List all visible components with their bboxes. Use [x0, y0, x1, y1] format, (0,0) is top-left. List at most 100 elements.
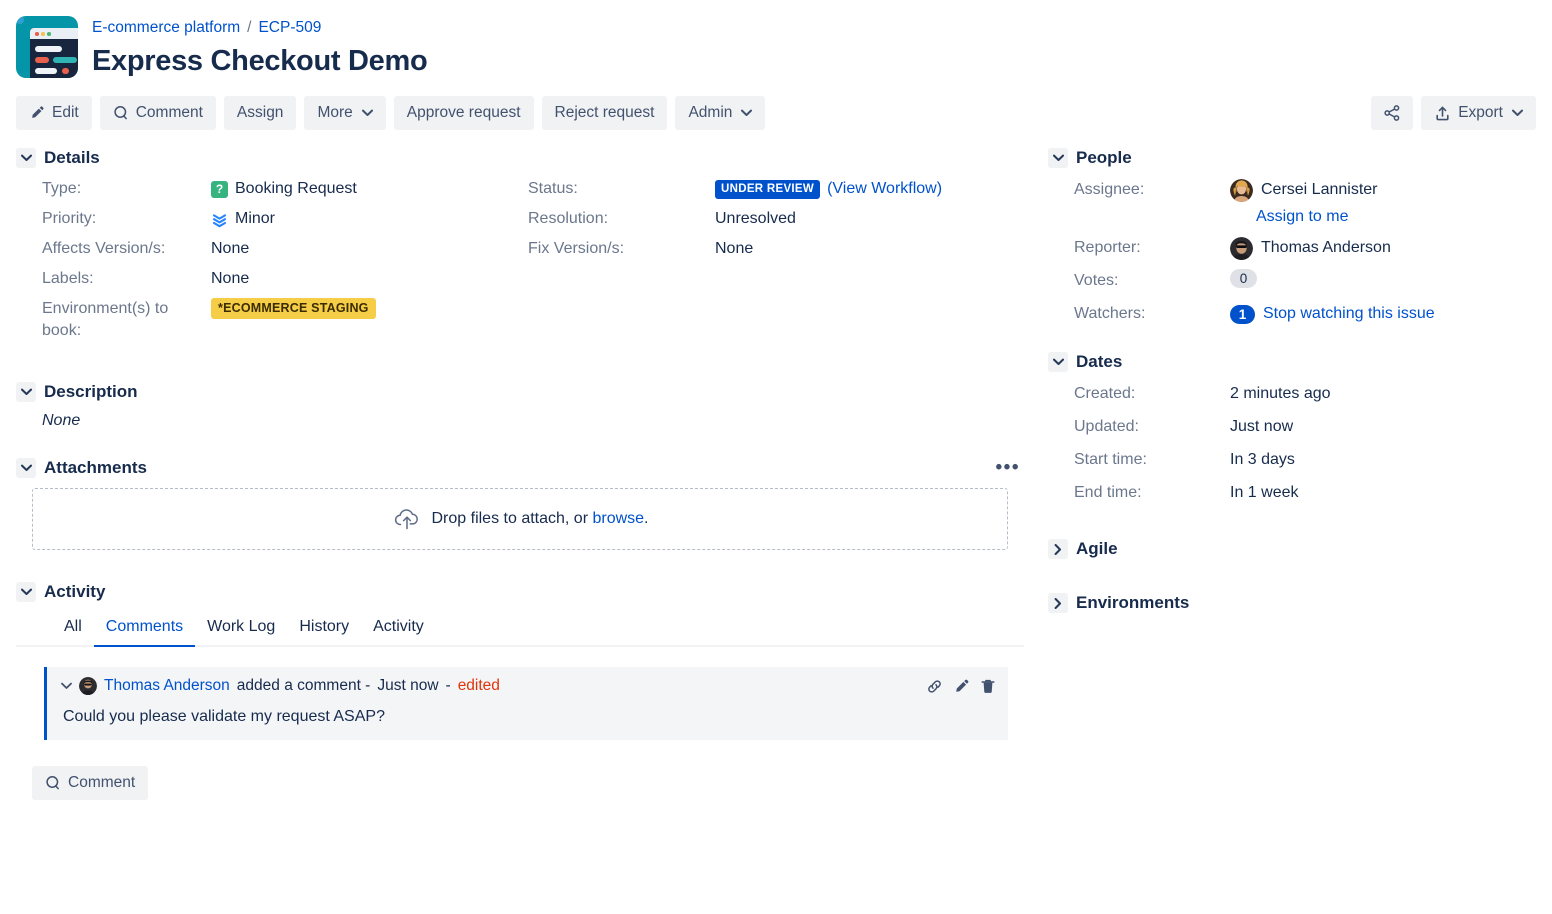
comment-button[interactable]: Comment	[99, 96, 216, 130]
assignee-label: Assignee:	[1074, 181, 1145, 198]
labels-label: Labels:	[42, 270, 94, 287]
detail-row-priority: Priority: Minor	[16, 208, 520, 230]
detail-row-environments-to-book: Environment(s) to book: *ECOMMERCE STAGI…	[16, 298, 520, 342]
footer-comment-button[interactable]: Comment	[32, 766, 149, 800]
admin-button[interactable]: Admin	[675, 96, 766, 130]
browse-link[interactable]: browse	[592, 510, 644, 527]
dates-collapse-toggle[interactable]	[1048, 352, 1068, 372]
comment-bubble-icon	[113, 105, 129, 121]
breadcrumb-project-link[interactable]: E-commerce platform	[92, 19, 240, 36]
chevron-down-icon	[741, 109, 753, 117]
project-browser-icon	[16, 16, 78, 78]
issue-side-column: People Assignee: Cersei Lannister Assign…	[1024, 148, 1524, 613]
fix-version-value: None	[715, 240, 754, 257]
assign-button[interactable]: Assign	[223, 96, 297, 130]
comment-collapse-toggle[interactable]	[61, 682, 72, 690]
dropzone-text-suffix: .	[644, 510, 649, 527]
tab-comments[interactable]: Comments	[93, 612, 196, 647]
breadcrumb-issue-key-link[interactable]: ECP-509	[258, 19, 321, 36]
edit-button[interactable]: Edit	[16, 96, 92, 130]
dropzone-text-prefix: Drop files to attach, or	[431, 510, 593, 527]
tab-activity[interactable]: Activity	[361, 612, 436, 645]
delete-trash-icon[interactable]	[980, 678, 996, 695]
labels-value: None	[211, 270, 250, 287]
description-section: Description None	[16, 382, 1024, 430]
detail-row-status: Status: UNDER REVIEW (View Workflow)	[520, 178, 1024, 200]
reporter-name: Thomas Anderson	[1261, 239, 1391, 256]
environments-section: Environments	[1048, 593, 1524, 613]
view-workflow-link[interactable]: (View Workflow)	[827, 178, 942, 200]
agile-expand-toggle[interactable]	[1048, 539, 1068, 559]
comment-author-link[interactable]: Thomas Anderson	[104, 677, 230, 695]
description-collapse-toggle[interactable]	[16, 382, 36, 402]
chevron-down-icon	[361, 109, 373, 117]
cloud-upload-icon	[392, 506, 422, 532]
edit-button-label: Edit	[52, 104, 79, 121]
detail-row-resolution: Resolution: Unresolved	[520, 208, 1024, 230]
environments-heading: Environments	[1076, 593, 1190, 612]
issue-toolbar: Edit Comment Assign More Approve request…	[0, 96, 1552, 130]
more-button[interactable]: More	[304, 96, 386, 130]
attachment-dropzone[interactable]: Drop files to attach, or browse.	[32, 488, 1008, 550]
export-button[interactable]: Export	[1421, 96, 1536, 130]
tab-work-log[interactable]: Work Log	[195, 612, 287, 645]
detail-row-type: Type: ? Booking Request	[16, 178, 520, 200]
export-button-label: Export	[1458, 104, 1503, 121]
share-button[interactable]	[1371, 96, 1414, 130]
tab-history[interactable]: History	[287, 612, 361, 645]
status-badge: UNDER REVIEW	[715, 179, 821, 199]
detail-row-fix-version: Fix Version/s: None	[520, 238, 1024, 260]
environments-expand-toggle[interactable]	[1048, 593, 1068, 613]
breadcrumb: E-commerce platform / ECP-509	[92, 14, 427, 38]
details-collapse-toggle[interactable]	[16, 148, 36, 168]
details-section-header: Details	[16, 148, 1024, 168]
people-collapse-toggle[interactable]	[1048, 148, 1068, 168]
link-icon[interactable]	[926, 678, 943, 695]
votes-count-badge: 0	[1230, 269, 1257, 288]
edit-pencil-icon[interactable]	[953, 678, 970, 695]
assign-button-label: Assign	[236, 104, 284, 121]
activity-heading: Activity	[44, 582, 106, 601]
watchers-row: Watchers: 1 Stop watching this issue	[1048, 302, 1524, 326]
issue-header: E-commerce platform / ECP-509 Express Chec…	[0, 0, 1552, 80]
details-grid: Type: ? Booking Request Priority: Minor …	[16, 178, 1024, 350]
reject-request-button[interactable]: Reject request	[541, 96, 668, 130]
minor-priority-icon	[211, 211, 228, 228]
votes-label: Votes:	[1074, 272, 1119, 289]
start-time-value: In 3 days	[1230, 451, 1295, 468]
tab-all[interactable]: All	[52, 612, 94, 645]
approve-request-button[interactable]: Approve request	[393, 96, 534, 130]
share-icon	[1383, 104, 1401, 122]
watchers-label: Watchers:	[1074, 305, 1146, 322]
comment-action-text: added a comment -	[236, 677, 371, 694]
reporter-row: Reporter: Thomas Anderson	[1048, 236, 1524, 260]
activity-collapse-toggle[interactable]	[16, 582, 36, 602]
stop-watching-link[interactable]: Stop watching this issue	[1263, 302, 1435, 326]
dropzone-text: Drop files to attach, or browse.	[432, 510, 649, 528]
comment-edited-flag: edited	[457, 677, 500, 694]
activity-section-header: Activity	[16, 582, 1024, 602]
updated-label: Updated:	[1074, 418, 1139, 435]
export-upload-icon	[1434, 105, 1451, 122]
detail-row-labels: Labels: None	[16, 268, 520, 290]
more-button-label: More	[317, 104, 353, 121]
comment-timestamp: Just now	[377, 677, 439, 694]
attachments-collapse-toggle[interactable]	[16, 458, 36, 478]
people-body: Assignee: Cersei Lannister Assign to me …	[1048, 178, 1524, 326]
created-value: 2 minutes ago	[1230, 385, 1331, 402]
comment-dash: -	[445, 677, 451, 694]
dates-section-header: Dates	[1048, 352, 1524, 372]
attachments-more-options-icon[interactable]: •••	[996, 458, 1024, 477]
people-section-header: People	[1048, 148, 1524, 168]
chevron-down-icon	[1512, 109, 1523, 117]
attachments-section: Attachments ••• Drop files to attach, or…	[16, 458, 1024, 550]
updated-value: Just now	[1230, 418, 1294, 435]
affects-version-label: Affects Version/s:	[42, 240, 166, 257]
details-heading: Details	[44, 148, 100, 167]
assign-to-me-link[interactable]: Assign to me	[1256, 208, 1348, 225]
booking-request-type-icon: ?	[211, 180, 228, 198]
priority-value: Minor	[235, 210, 276, 227]
dates-section: Dates Created: 2 minutes ago Updated: Ju…	[1048, 352, 1524, 505]
affects-version-value: None	[211, 240, 250, 257]
reporter-label: Reporter:	[1074, 239, 1141, 256]
